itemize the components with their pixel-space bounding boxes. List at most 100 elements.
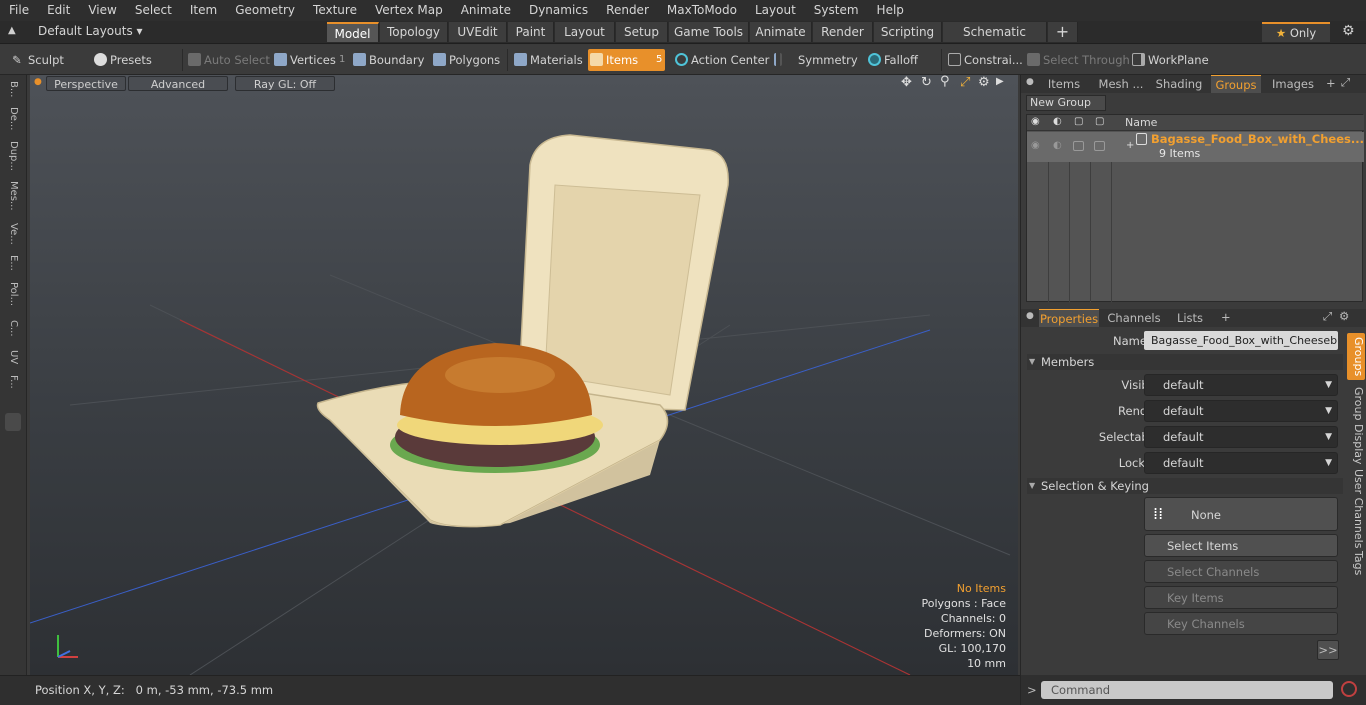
polygons-button[interactable]: Polygons <box>431 49 507 71</box>
sculpt-button[interactable]: ✎ Sculpt <box>10 49 85 71</box>
menu-animate[interactable]: Animate <box>452 0 520 21</box>
zoom-view-icon[interactable]: ⚲ <box>940 75 950 89</box>
menu-select[interactable]: Select <box>126 0 181 21</box>
action-center-button[interactable]: Action Center <box>673 49 769 71</box>
left-tab-deform[interactable]: De... <box>5 107 19 130</box>
symmetry-button[interactable]: Symmetry <box>772 49 858 71</box>
row-lock-box[interactable] <box>1073 141 1084 151</box>
left-tab-mesh-edit[interactable]: Mes... <box>5 181 19 211</box>
auto-select-button[interactable]: Auto Select <box>186 49 270 71</box>
left-tab-uv[interactable]: UV <box>5 350 19 364</box>
gear-icon[interactable]: ⚙ <box>1342 23 1355 39</box>
menu-geometry[interactable]: Geometry <box>226 0 304 21</box>
menu-system[interactable]: System <box>805 0 868 21</box>
selectable-dropdown[interactable]: default ▼ <box>1144 426 1338 448</box>
key-channels-button[interactable]: Key Channels <box>1144 612 1338 635</box>
3d-viewport[interactable]: ● Perspective Advanced Ray GL: Off ✥ ↻ ⚲… <box>30 75 1018 675</box>
add-tab-button[interactable]: + <box>1048 22 1078 42</box>
add-props-tab-icon[interactable]: + <box>1221 310 1231 324</box>
menu-layout[interactable]: Layout <box>746 0 805 21</box>
row-select-box[interactable] <box>1094 141 1105 151</box>
eye-icon[interactable]: ◉ <box>1031 116 1040 127</box>
select-channels-button[interactable]: Select Channels <box>1144 560 1338 583</box>
expand-plus-icon[interactable]: + <box>1126 140 1134 151</box>
side-tab-group-display[interactable]: Group Display <box>1347 387 1365 465</box>
render-dropdown[interactable]: default ▼ <box>1144 400 1338 422</box>
materials-button[interactable]: Materials <box>512 49 586 71</box>
left-tab-edge[interactable]: E... <box>5 255 19 271</box>
menu-render[interactable]: Render <box>597 0 658 21</box>
tab-game-tools[interactable]: Game Tools <box>669 22 749 42</box>
tab-model[interactable]: Model <box>327 22 379 42</box>
left-tab-curve[interactable]: C... <box>5 320 19 337</box>
row-eye-icon[interactable]: ◉ <box>1031 140 1040 151</box>
panel-expand-icon[interactable]: ⤢ <box>1341 75 1350 90</box>
tab-images[interactable]: Images <box>1265 75 1321 93</box>
menu-maxtomodo[interactable]: MaxToModo <box>658 0 746 21</box>
props-gear-icon[interactable]: ⚙ <box>1339 309 1349 323</box>
menu-vertex-map[interactable]: Vertex Map <box>366 0 452 21</box>
command-input[interactable]: Command <box>1041 681 1333 699</box>
tab-schematic-fusion[interactable]: Schematic Fusion <box>943 22 1047 59</box>
side-tab-user-channels[interactable]: User Channels <box>1347 469 1365 548</box>
selection-keying-section[interactable]: ▼ Selection & Keying <box>1027 478 1343 494</box>
rotate-view-icon[interactable]: ↻ <box>921 75 932 90</box>
tab-animate[interactable]: Animate <box>750 22 812 42</box>
props-menu-dot[interactable]: ● <box>1026 311 1034 321</box>
fit-view-icon[interactable]: ⤢ <box>960 75 970 90</box>
members-section[interactable]: ▼ Members <box>1027 354 1343 370</box>
move-view-icon[interactable]: ✥ <box>901 75 912 90</box>
tab-items[interactable]: Items <box>1039 75 1089 93</box>
tab-render[interactable]: Render <box>813 22 873 42</box>
viewport-settings-icon[interactable]: ⚙ <box>978 75 990 90</box>
items-button[interactable]: Items 5 <box>588 49 665 71</box>
tab-properties[interactable]: Properties <box>1039 309 1099 327</box>
select-items-button[interactable]: Select Items <box>1144 534 1338 557</box>
panel-menu-dot[interactable]: ● <box>1026 77 1034 87</box>
advanced-dropdown[interactable]: Advanced <box>128 76 228 91</box>
select-col-icon[interactable]: ▢ <box>1095 116 1104 127</box>
vertices-button[interactable]: Vertices 1 <box>272 49 347 71</box>
tab-topology[interactable]: Topology <box>380 22 448 42</box>
perspective-dropdown[interactable]: Perspective <box>46 76 126 91</box>
name-input[interactable]: Bagasse_Food_Box_with_Cheeseburg <box>1144 331 1338 350</box>
side-tab-groups[interactable]: Groups <box>1347 333 1365 381</box>
command-stop-icon[interactable] <box>1341 681 1357 697</box>
tab-shading[interactable]: Shading <box>1151 75 1207 93</box>
tab-layout[interactable]: Layout <box>555 22 615 42</box>
constraints-button[interactable]: Constrai... <box>946 49 1023 71</box>
raygl-dropdown[interactable]: Ray GL: Off <box>235 76 335 91</box>
palette-toggle-button[interactable] <box>5 413 21 431</box>
menu-dynamics[interactable]: Dynamics <box>520 0 597 21</box>
workplane-button[interactable]: WorkPlane <box>1130 49 1210 71</box>
left-tab-polygon[interactable]: Pol... <box>5 282 19 306</box>
only-toggle[interactable]: ★ Only <box>1262 22 1330 42</box>
add-panel-tab-icon[interactable]: + <box>1326 76 1336 90</box>
group-name[interactable]: Bagasse_Food_Box_with_Chees... <box>1151 132 1364 146</box>
locked-dropdown[interactable]: default ▼ <box>1144 452 1338 474</box>
tab-setup[interactable]: Setup <box>616 22 668 42</box>
viewport-expand-icon[interactable]: ▶ <box>996 76 1004 87</box>
name-column-header[interactable]: Name <box>1125 116 1157 129</box>
falloff-button[interactable]: Falloff <box>866 49 936 71</box>
boundary-button[interactable]: Boundary <box>351 49 427 71</box>
tab-scripting[interactable]: Scripting <box>874 22 942 42</box>
render-icon[interactable]: ◐ <box>1053 116 1062 127</box>
more-button[interactable]: >> <box>1317 640 1339 660</box>
key-items-button[interactable]: Key Items <box>1144 586 1338 609</box>
left-tab-vertex[interactable]: Ve... <box>5 223 19 245</box>
props-expand-icon[interactable]: ⤢ <box>1323 309 1332 324</box>
tab-paint[interactable]: Paint <box>508 22 554 42</box>
row-render-icon[interactable]: ◐ <box>1053 140 1062 151</box>
default-layouts-dropdown[interactable]: Default Layouts ▾ <box>38 24 143 38</box>
tab-lists[interactable]: Lists <box>1165 309 1215 327</box>
tab-channels[interactable]: Channels <box>1105 309 1163 327</box>
menu-view[interactable]: View <box>79 0 125 21</box>
lock-col-icon[interactable]: ▢ <box>1074 116 1083 127</box>
tab-groups[interactable]: Groups <box>1211 75 1261 93</box>
left-tab-basic[interactable]: B... <box>5 81 19 97</box>
menu-help[interactable]: Help <box>868 0 913 21</box>
left-tab-fusion[interactable]: F... <box>5 375 19 389</box>
menu-file[interactable]: File <box>0 0 38 21</box>
side-tab-tags[interactable]: Tags <box>1347 551 1365 575</box>
